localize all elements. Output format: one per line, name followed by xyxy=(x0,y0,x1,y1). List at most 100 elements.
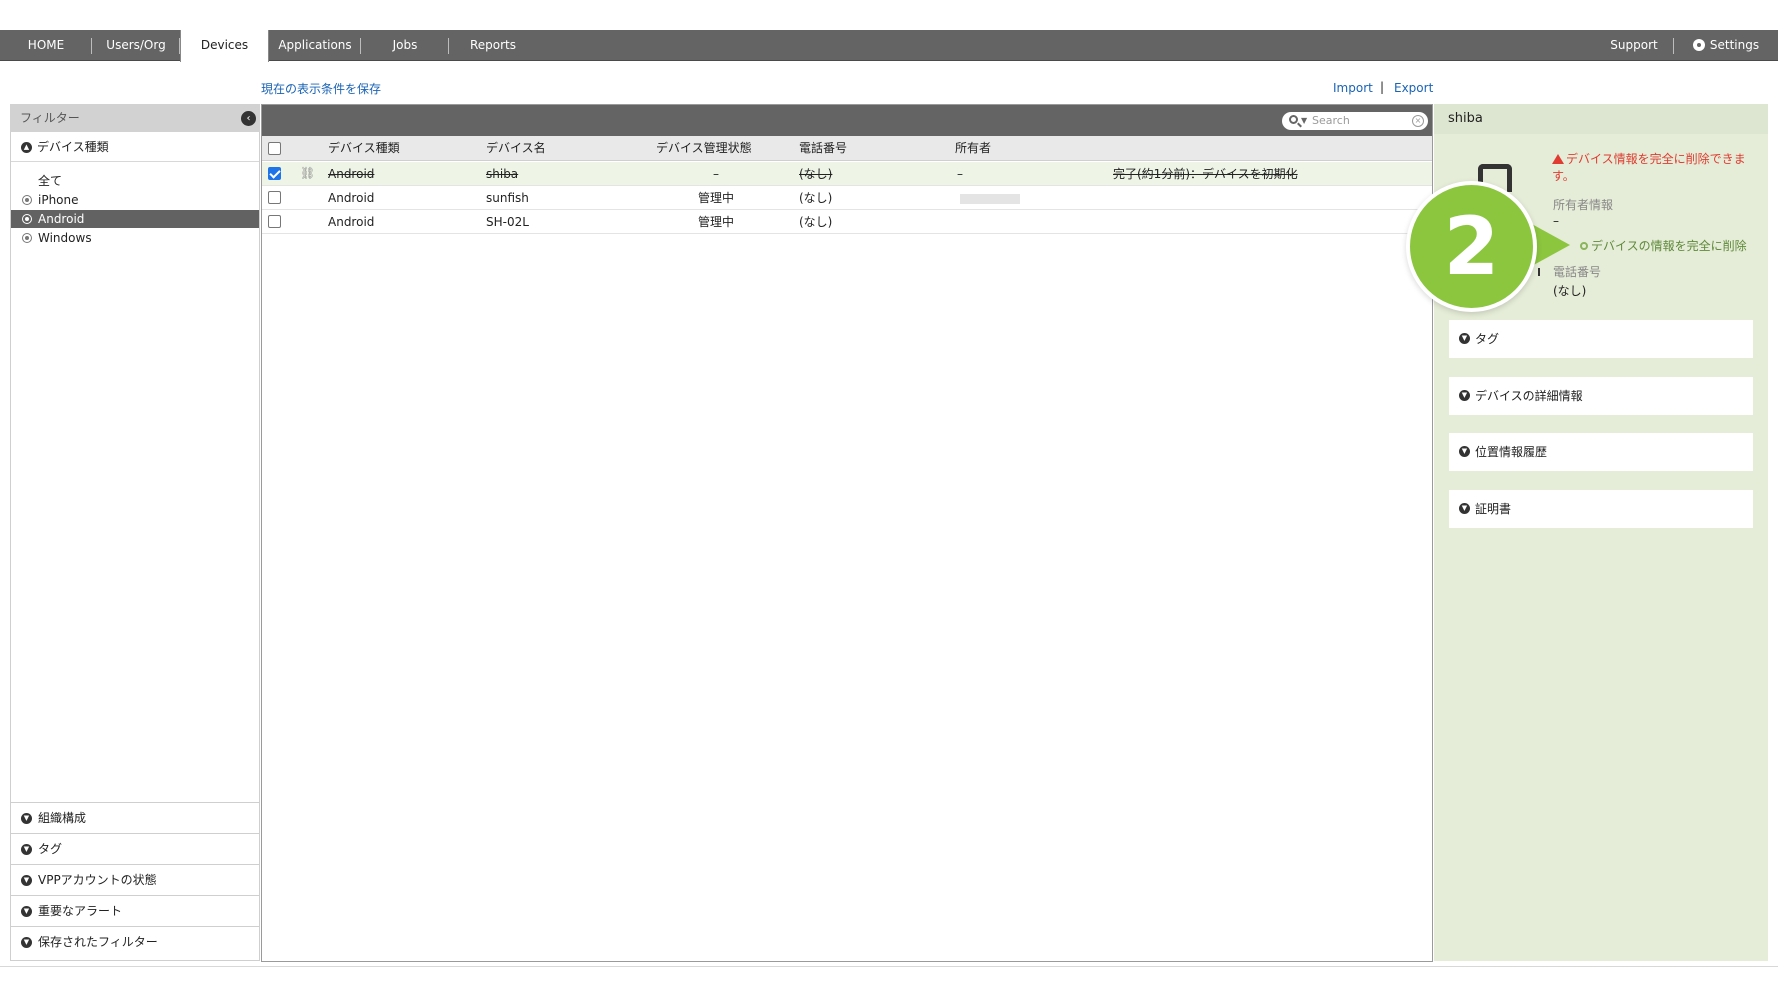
filter-section-label: VPPアカウントの状態 xyxy=(38,873,157,887)
link-divider: | xyxy=(1380,80,1385,94)
filter-section-label: タグ xyxy=(38,842,63,856)
search-icon xyxy=(1289,115,1298,124)
warning-text: デバイス情報を完全に削除できます。 xyxy=(1552,152,1746,183)
filter-option-android[interactable]: Android xyxy=(11,210,259,228)
search-input[interactable]: ▼ Search × xyxy=(1282,112,1428,130)
import-link[interactable]: Import xyxy=(1333,81,1373,95)
detail-section-location[interactable]: ▼ 位置情報履歴 xyxy=(1449,433,1753,471)
filter-section-org[interactable]: ▼ 組織構成 xyxy=(11,802,259,833)
column-mgmt-status[interactable]: デバイス管理状態 xyxy=(656,136,752,161)
chevron-down-icon: ▼ xyxy=(21,813,32,824)
cell-phone: (なし) xyxy=(799,215,833,229)
row-checkbox[interactable] xyxy=(268,215,281,228)
top-nav: HOME Users/Org Devices Applications Jobs… xyxy=(0,30,1778,62)
tab-home[interactable]: HOME xyxy=(0,30,92,61)
filter-section-vpp[interactable]: ▼ VPPアカウントの状態 xyxy=(11,864,259,895)
cell-phone: (なし) xyxy=(799,191,833,205)
cell-device-name: sunfish xyxy=(486,191,529,205)
window-bottom-edge xyxy=(0,966,1778,1000)
column-owner[interactable]: 所有者 xyxy=(955,136,991,161)
detail-section-label: 証明書 xyxy=(1475,502,1512,516)
step-callout-badge: 2 xyxy=(1406,181,1537,312)
filter-section-label: デバイス種類 xyxy=(37,140,109,154)
table-row[interactable]: ⛓ Android shiba – (なし) – 完了(約1分前)：デバイスを初… xyxy=(262,162,1432,186)
chevron-down-icon: ▼ xyxy=(1459,390,1470,401)
table-row[interactable]: Android sunfish 管理中 (なし) xyxy=(262,186,1432,210)
phone-number-value: (なし) xyxy=(1553,284,1587,298)
filter-option-iphone[interactable]: iPhone xyxy=(11,191,259,209)
filter-option-windows[interactable]: Windows xyxy=(11,229,259,247)
row-checkbox[interactable] xyxy=(268,167,281,180)
settings-label: Settings xyxy=(1709,38,1760,52)
detail-section-label: タグ xyxy=(1475,332,1500,346)
detail-device-name: shiba xyxy=(1448,111,1483,126)
radio-icon xyxy=(22,195,32,205)
filter-option-label: Android xyxy=(38,212,85,226)
device-image-edge xyxy=(1538,268,1540,276)
support-link[interactable]: Support xyxy=(1594,30,1674,61)
table-row[interactable]: Android SH-02L 管理中 (なし) xyxy=(262,210,1432,234)
cell-device-type: Android xyxy=(328,191,375,205)
column-device-name[interactable]: デバイス名 xyxy=(486,136,546,161)
filter-option-all[interactable]: 全て xyxy=(11,172,259,190)
cell-phone: (なし) xyxy=(799,167,833,181)
app-frame: HOME Users/Org Devices Applications Jobs… xyxy=(0,0,1778,1000)
select-all-checkbox[interactable] xyxy=(268,142,281,155)
cell-device-type: Android xyxy=(328,167,375,181)
chevron-up-icon: ▲ xyxy=(21,142,32,153)
chevron-down-icon: ▼ xyxy=(1459,446,1470,457)
row-checkbox[interactable] xyxy=(268,191,281,204)
tab-jobs[interactable]: Jobs xyxy=(361,30,449,61)
export-link[interactable]: Export xyxy=(1394,81,1433,95)
chevron-down-icon: ▼ xyxy=(1459,503,1470,514)
tab-reports[interactable]: Reports xyxy=(449,30,537,61)
detail-section-certificates[interactable]: ▼ 証明書 xyxy=(1449,490,1753,528)
filter-panel: ▲ デバイス種類 全て iPhone Android Windows ▼ 組織構… xyxy=(10,132,260,961)
tab-devices[interactable]: Devices xyxy=(180,30,269,62)
cell-mgmt-status: 管理中 xyxy=(697,191,734,205)
circle-icon xyxy=(1580,242,1588,250)
column-device-type[interactable]: デバイス種類 xyxy=(328,136,400,161)
settings-link[interactable]: Settings xyxy=(1684,30,1768,61)
cell-device-type: Android xyxy=(328,215,375,229)
detail-section-label: 位置情報履歴 xyxy=(1475,445,1548,459)
tab-users-org[interactable]: Users/Org xyxy=(92,30,180,61)
filter-section-tag[interactable]: ▼ タグ xyxy=(11,833,259,864)
cell-mgmt-status: – xyxy=(713,167,719,181)
column-phone[interactable]: 電話番号 xyxy=(799,136,847,161)
filter-section-label: 組織構成 xyxy=(38,811,87,825)
search-placeholder: Search xyxy=(1312,114,1350,127)
cell-mgmt-status: 管理中 xyxy=(697,215,734,229)
step-number: 2 xyxy=(1443,200,1500,293)
radio-icon xyxy=(22,214,32,224)
detail-section-tag[interactable]: ▼ タグ xyxy=(1449,320,1753,358)
cell-device-name: SH-02L xyxy=(486,215,529,229)
filter-section-saved[interactable]: ▼ 保存されたフィルター xyxy=(11,926,259,957)
caret-down-icon: ▼ xyxy=(1301,116,1308,125)
chevron-down-icon: ▼ xyxy=(21,906,32,917)
filter-option-label: Windows xyxy=(38,231,92,245)
filter-section-alerts[interactable]: ▼ 重要なアラート xyxy=(11,895,259,926)
unlink-icon: ⛓ xyxy=(300,166,316,180)
radio-icon xyxy=(22,233,32,243)
delete-device-info-link[interactable]: デバイスの情報を完全に削除 xyxy=(1580,237,1747,254)
chevron-down-icon: ▼ xyxy=(21,844,32,855)
cell-owner: – xyxy=(957,167,963,181)
detail-section-device-info[interactable]: ▼ デバイスの詳細情報 xyxy=(1449,377,1753,415)
clear-icon[interactable]: × xyxy=(1412,115,1424,127)
save-view-link[interactable]: 現在の表示条件を保存 xyxy=(261,80,381,97)
owner-info-label: 所有者情報 xyxy=(1553,198,1614,212)
table-header: デバイス種類 デバイス名 デバイス管理状態 電話番号 所有者 xyxy=(262,136,1432,161)
delete-warning: デバイス情報を完全に削除できます。 xyxy=(1552,151,1760,185)
redacted-owner xyxy=(960,194,1020,204)
filter-option-label: 全て xyxy=(38,174,63,188)
delete-link-label: デバイスの情報を完全に削除 xyxy=(1591,239,1747,253)
filter-section-device-type[interactable]: ▲ デバイス種類 xyxy=(11,132,259,162)
gear-icon xyxy=(1692,39,1705,51)
tab-applications[interactable]: Applications xyxy=(269,30,361,61)
collapse-left-icon[interactable]: ‹ xyxy=(241,111,256,126)
cell-job-note: 完了(約1分前)：デバイスを初期化 xyxy=(1113,167,1298,181)
filter-section-label: 保存されたフィルター xyxy=(38,935,158,949)
chevron-down-icon: ▼ xyxy=(21,937,32,948)
filter-section-label: 重要なアラート xyxy=(38,904,123,918)
